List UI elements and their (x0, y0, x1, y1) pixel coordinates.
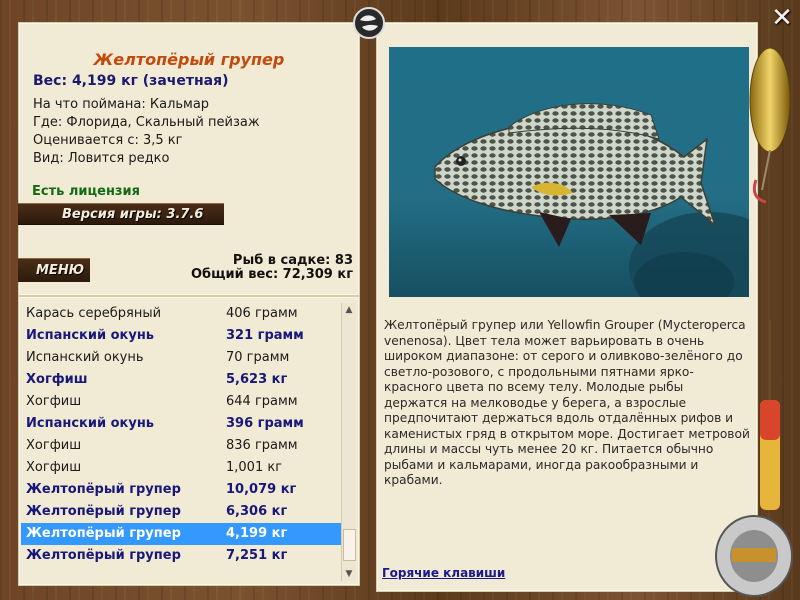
fish-weight-value: 644 грамм (226, 394, 298, 409)
fish-weight-value: 321 грамм (226, 328, 304, 343)
value-text: Оценивается с: 3,5 кг (33, 133, 183, 148)
fish-weight-value: 5,623 кг (226, 372, 288, 387)
hotkeys-link[interactable]: Горячие клавиши (382, 566, 505, 580)
fish-name: Хогфиш (26, 460, 82, 475)
fish-name: Испанский окунь (26, 350, 144, 365)
fish-logo-icon (352, 6, 386, 40)
fish-title: Желтопёрый групер (93, 50, 285, 69)
fish-weight: Вес: 4,199 кг (зачетная) (33, 73, 229, 89)
list-item[interactable]: Хогфиш 1,001 кг (21, 457, 341, 479)
fish-weight-value: 836 грамм (226, 438, 298, 453)
list-item[interactable]: Желтопёрый групер 7,251 кг (21, 545, 341, 567)
total-weight: Общий вес: 72,309 кг (190, 267, 353, 282)
fish-name: Хогфиш (26, 438, 82, 453)
list-item[interactable]: Хогфиш 644 грамм (21, 391, 341, 413)
fish-info-panel: Желтопёрый групер Вес: 4,199 кг (зачетна… (18, 22, 360, 296)
place-text: Где: Флорида, Скальный пейзаж (33, 115, 260, 130)
list-item[interactable]: Испанский окунь 70 грамм (21, 347, 341, 369)
fish-weight-value: 4,199 кг (226, 526, 288, 541)
fishing-reel-decor (715, 515, 793, 597)
list-scrollbar[interactable]: ▲ ▼ (341, 303, 356, 581)
list-item[interactable]: Желтопёрый групер 4,199 кг (21, 523, 341, 545)
fish-name: Желтопёрый групер (26, 482, 181, 497)
list-item[interactable]: Испанский окунь 321 грамм (21, 325, 341, 347)
fish-weight-value: 396 грамм (226, 416, 304, 431)
version-label: Версия игры: 3.7.6 (18, 203, 224, 225)
scrollbar-thumb[interactable] (343, 529, 356, 561)
list-item[interactable]: Желтопёрый групер 10,079 кг (21, 479, 341, 501)
catch-list[interactable]: Карась серебряный 406 грамм Испанский окун… (18, 296, 360, 586)
menu-button[interactable]: МЕНЮ (18, 258, 90, 282)
list-item[interactable]: Карась серебряный 406 грамм (21, 303, 341, 325)
list-item[interactable]: Испанский окунь 396 грамм (21, 413, 341, 435)
list-item[interactable]: Желтопёрый групер 6,306 кг (21, 501, 341, 523)
fish-weight-value: 6,306 кг (226, 504, 288, 519)
chevron-down-icon[interactable]: ▼ (342, 567, 356, 581)
fish-name: Желтопёрый групер (26, 526, 181, 541)
fish-detail-panel: Желтопёрый групер или Yellowfin Grouper … (376, 22, 758, 592)
fish-name: Желтопёрый групер (26, 548, 181, 563)
fish-weight-value: 70 грамм (226, 350, 290, 365)
fish-name: Испанский окунь (26, 416, 155, 431)
fish-description: Желтопёрый групер или Yellowfin Grouper … (384, 318, 750, 487)
kind-text: Вид: Ловится редко (33, 151, 170, 166)
fish-name: Карась серебряный (26, 306, 162, 321)
fish-name: Хогфиш (26, 394, 82, 409)
list-item[interactable]: Хогфиш 5,623 кг (21, 369, 341, 391)
fish-name: Хогфиш (26, 372, 88, 387)
fish-weight-value: 10,079 кг (226, 482, 297, 497)
fish-name: Испанский окунь (26, 328, 155, 343)
fish-weight-value: 7,251 кг (226, 548, 288, 563)
chevron-up-icon[interactable]: ▲ (342, 303, 356, 317)
bait-text: На что поймана: Кальмар (33, 97, 210, 112)
license-status: Есть лицензия (32, 184, 140, 199)
fish-photo (389, 47, 749, 297)
fish-name: Желтопёрый групер (26, 504, 181, 519)
fish-weight-value: 1,001 кг (226, 460, 283, 475)
fish-weight-value: 406 грамм (226, 306, 298, 321)
list-item[interactable]: Хогфиш 836 грамм (21, 435, 341, 457)
keepnet-count: Рыб в садке: 83 (232, 253, 353, 268)
